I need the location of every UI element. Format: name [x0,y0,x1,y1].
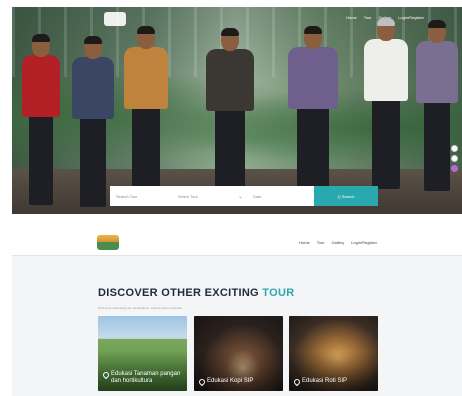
discover-section: Home Tour Gallery Login/Register DISCOVE… [12,230,462,396]
person [206,28,254,212]
nav-login-register[interactable]: Login/Register [351,240,377,245]
nav-home[interactable]: Home [299,240,310,245]
section-title-main: DISCOVER OTHER EXCITING [98,287,263,299]
section-title: DISCOVER OTHER EXCITING TOUR [98,287,294,299]
location-pin-icon [197,377,207,387]
section-title-accent: TOUR [262,287,295,299]
social-icons [451,145,458,172]
site-logo[interactable] [97,235,119,250]
tour-card-title: Edukasi Kopi SIP [207,378,254,384]
search-tour-field[interactable]: Search Tour [110,186,172,206]
select-tour-field[interactable]: Select Tour [172,186,234,206]
person [72,36,114,212]
nav-home[interactable]: Home [346,15,357,20]
tour-search-bar: Search Tour Select Tour ⌄ Date Q Search [110,186,378,206]
person [124,26,168,212]
person [22,34,60,210]
page-header: Home Tour Gallery Login/Register [12,230,462,255]
tour-card[interactable]: Edukasi Kopi SIP [194,316,283,391]
person [364,18,408,211]
chevron-down-icon[interactable]: ⌄ [234,193,247,200]
tour-card-label: Edukasi Roti SIP [292,377,374,387]
instagram-icon[interactable] [451,165,458,172]
person [416,20,458,211]
tour-card-label: Edukasi Kopi SIP [197,377,279,387]
tour-card-title: Edukasi Tanaman pangan dan hortikultura [111,371,181,384]
site-logo[interactable] [104,12,126,26]
person [288,26,338,212]
hero-banner: Home Tour Gallery Login/Register Search … [12,7,462,214]
tour-card[interactable]: Edukasi Roti SIP [289,316,378,391]
tour-card[interactable]: Edukasi Tanaman pangan dan hortikultura [98,316,187,391]
nav-tour[interactable]: Tour [317,240,325,245]
tour-card-title: Edukasi Roti SIP [302,378,348,384]
whatsapp-icon[interactable] [451,145,458,152]
location-icon[interactable] [451,155,458,162]
header-divider [12,255,462,256]
search-button[interactable]: Q Search [314,186,378,206]
section-subtitle: Find more interesting tour destinations.… [98,306,182,310]
tour-card-label: Edukasi Tanaman pangan dan hortikultura [101,370,183,385]
main-nav: Home Tour Gallery Login/Register [299,240,377,245]
nav-gallery[interactable]: Gallery [332,240,345,245]
date-field[interactable]: Date [247,186,305,206]
location-pin-icon [101,370,111,380]
location-pin-icon [292,377,302,387]
